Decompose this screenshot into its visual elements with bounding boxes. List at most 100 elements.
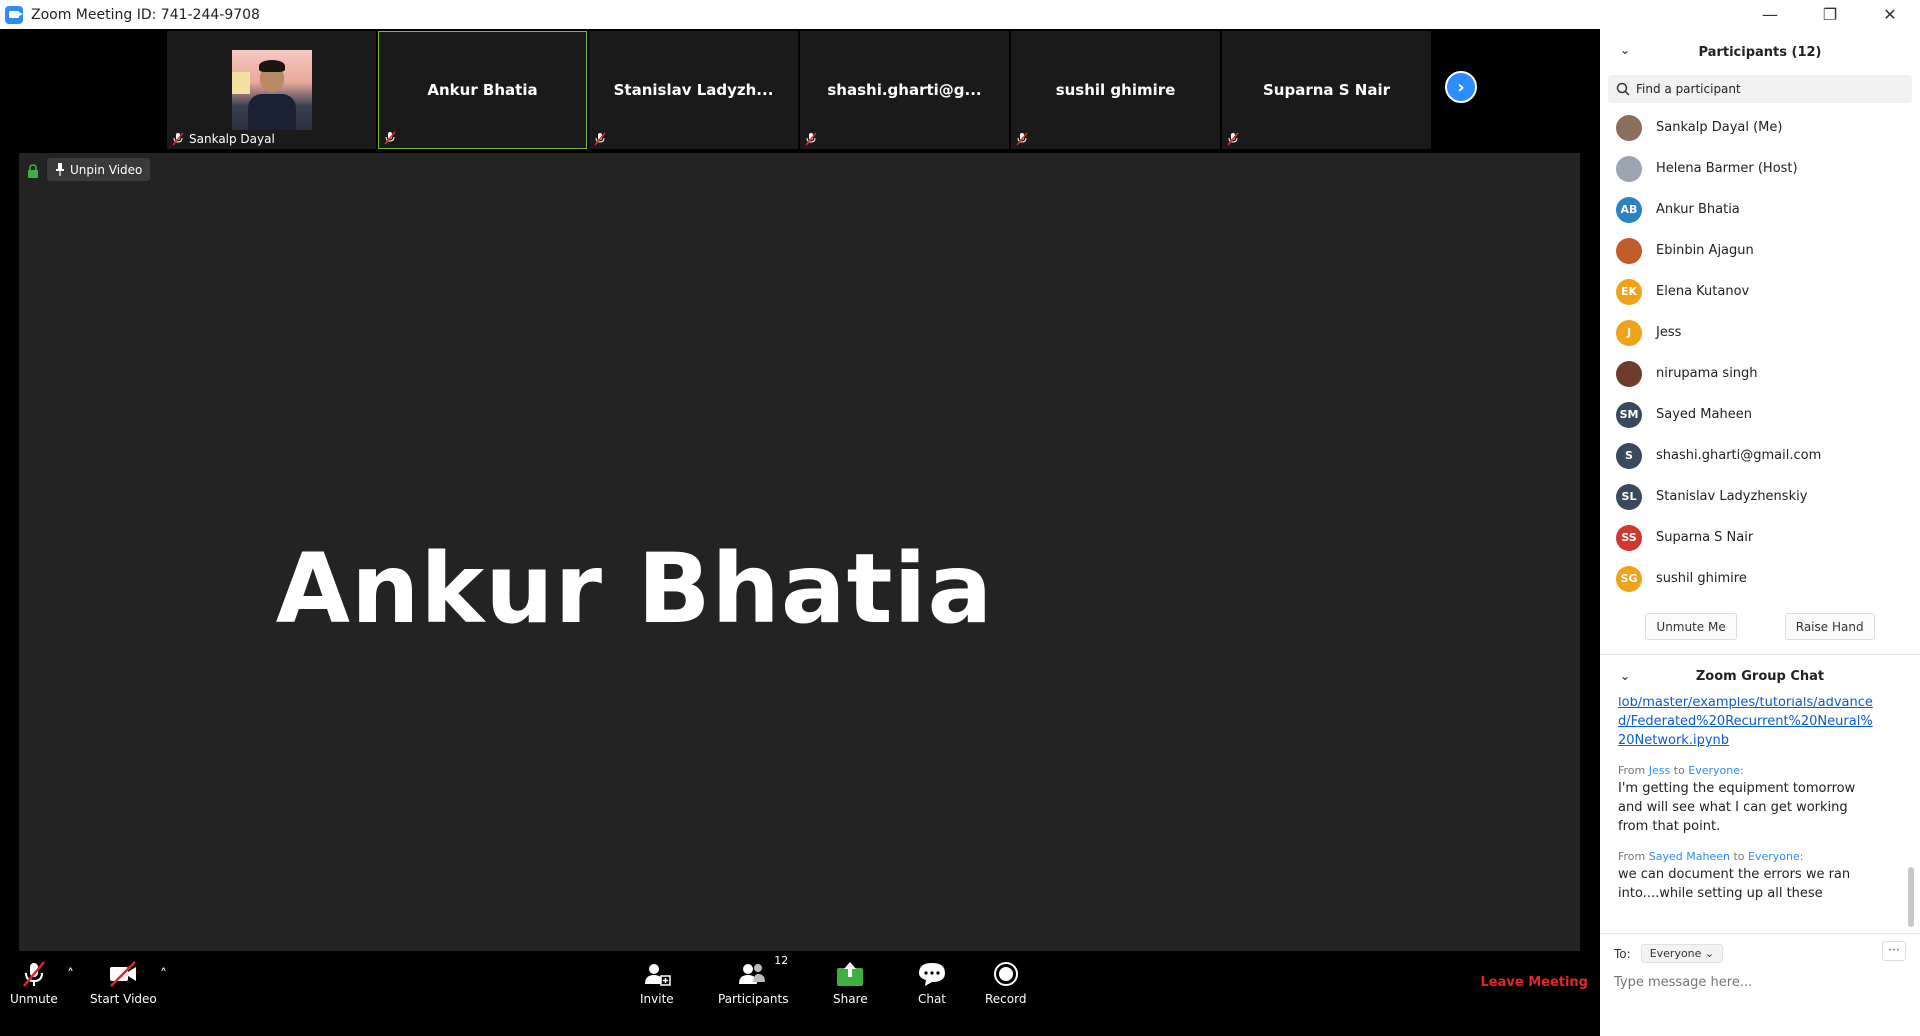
participants-count-badge: 12 — [774, 954, 789, 967]
thumbnail-shashi[interactable]: shashi.gharti@g... — [800, 31, 1009, 149]
share-button[interactable]: Share — [833, 959, 868, 1006]
avatar — [1616, 155, 1642, 182]
participant-row[interactable]: Ebinbin Ajagun — [1600, 230, 1920, 271]
collapse-chevron-icon[interactable]: ⌄ — [1620, 43, 1630, 57]
unpin-video-button[interactable]: Unpin Video — [47, 158, 151, 181]
participant-name: Jess — [1656, 325, 1682, 340]
to-label: To: — [1614, 946, 1631, 961]
active-speaker-name: Ankur Bhatia — [275, 533, 994, 645]
participant-row[interactable]: SL Stanislav Ladyzhenskiy — [1600, 476, 1920, 517]
participant-name: Sankalp Dayal (Me) — [1656, 120, 1783, 135]
next-page-arrow-icon[interactable]: › — [1445, 71, 1477, 103]
participant-name: Elena Kutanov — [1656, 284, 1750, 299]
chat-message: From Sayed Maheen to Everyone: we can do… — [1618, 850, 1880, 903]
start-video-label: Start Video — [90, 992, 157, 1006]
chat-label: Chat — [917, 992, 947, 1006]
participant-name: shashi.gharti@gmail.com — [1656, 448, 1822, 463]
participant-row[interactable]: SG sushil ghimire — [1600, 558, 1920, 599]
side-panel: ⌄ Participants (12) Find a participant S… — [1600, 29, 1920, 1036]
restore-button[interactable]: ❐ — [1800, 0, 1860, 29]
record-button[interactable]: Record — [985, 959, 1026, 1006]
participant-row[interactable]: SM Sayed Maheen — [1600, 394, 1920, 435]
thumbnail-ankur-bhatia[interactable]: Ankur Bhatia — [378, 31, 587, 149]
close-button[interactable]: ✕ — [1860, 0, 1920, 29]
chat-button[interactable]: Chat — [917, 959, 947, 1006]
invite-button[interactable]: Invite — [640, 959, 674, 1006]
participant-row[interactable]: Sshashi.gharti@gmail.com — [1600, 435, 1920, 476]
message-sender[interactable]: Sayed Maheen — [1649, 850, 1730, 863]
participant-name: Ebinbin Ajagun — [1656, 243, 1754, 258]
participant-name: Sayed Maheen — [1656, 407, 1752, 422]
mic-muted-icon — [594, 132, 606, 146]
unmute-button[interactable]: Unmute — [10, 959, 58, 1006]
participants-label: Participants — [718, 992, 789, 1006]
participant-row[interactable]: J Jess — [1600, 312, 1920, 353]
participant-row[interactable]: Helena Barmer (Host) — [1600, 148, 1920, 189]
message-text: I'm getting the equipment tomorrow and w… — [1618, 781, 1856, 834]
message-sender[interactable]: Jess — [1649, 764, 1670, 777]
avatar: SS — [1616, 524, 1642, 551]
participant-video-image — [231, 50, 312, 130]
recipient-select[interactable]: Everyone ⌄ — [1640, 944, 1724, 963]
meeting-toolbar: Unmute ˄ Start Video ˄ Invite 12 Partici… — [0, 951, 1600, 1036]
minimize-button[interactable]: — — [1740, 0, 1800, 29]
window-controls: — ❐ ✕ — [1740, 0, 1920, 29]
message-recipient: Everyone: — [1688, 764, 1744, 777]
participant-search[interactable]: Find a participant — [1608, 75, 1912, 103]
participant-row[interactable]: AB Ankur Bhatia — [1600, 189, 1920, 230]
start-video-button[interactable]: Start Video — [90, 959, 157, 1006]
thumbnail-sushil[interactable]: sushil ghimire — [1011, 31, 1220, 149]
main-video-stage: Unpin Video Ankur Bhatia — [19, 153, 1580, 978]
invite-icon — [644, 964, 671, 986]
participant-row[interactable]: SS Suparna S Nair — [1600, 517, 1920, 558]
unmute-me-button[interactable]: Unmute Me — [1645, 613, 1737, 640]
mic-muted-icon — [172, 132, 184, 146]
thumbnail-strip: Sankalp Dayal Ankur Bhatia Stanislav Lad… — [167, 31, 1431, 149]
avatar: J — [1616, 319, 1642, 346]
thumbnail-label: Sankalp Dayal — [189, 132, 275, 146]
thumbnail-name: sushil ghimire — [1055, 81, 1176, 99]
thumbnail-name: Stanislav Ladyzh... — [613, 81, 774, 99]
participants-button[interactable]: 12 Participants — [718, 954, 789, 1006]
avatar: S — [1616, 442, 1642, 469]
message-text: we can document the errors we ran into..… — [1618, 867, 1851, 901]
chat-message-input[interactable] — [1614, 975, 1906, 990]
thumbnail-suparna[interactable]: Suparna S Nair — [1222, 31, 1431, 149]
mic-muted-icon — [384, 131, 396, 145]
chat-link[interactable]: lob/master/examples/tutorials/advanced/F… — [1618, 697, 1880, 750]
share-label: Share — [833, 992, 868, 1006]
avatar: AB — [1616, 196, 1642, 223]
thumbnail-stanislav[interactable]: Stanislav Ladyzh... — [589, 31, 798, 149]
participant-row[interactable]: nirupama singh — [1600, 353, 1920, 394]
invite-label: Invite — [640, 992, 674, 1006]
raise-hand-button[interactable]: Raise Hand — [1784, 613, 1875, 640]
participant-row[interactable]: Sankalp Dayal (Me) — [1600, 107, 1920, 148]
thumbnail-name: Ankur Bhatia — [427, 81, 538, 99]
zoom-app-icon — [5, 5, 23, 24]
message-recipient: Everyone: — [1748, 850, 1804, 863]
thumbnail-sankalp-dayal[interactable]: Sankalp Dayal — [167, 31, 376, 149]
participants-header: ⌄ Participants (12) — [1600, 29, 1920, 75]
thumbnail-name: shashi.gharti@g... — [827, 81, 982, 99]
mic-muted-icon — [1227, 132, 1239, 146]
participant-row[interactable]: EK Elena Kutanov — [1600, 271, 1920, 312]
avatar: EK — [1616, 278, 1642, 305]
unpin-video-label: Unpin Video — [70, 162, 143, 177]
search-placeholder: Find a participant — [1636, 82, 1741, 96]
message-meta: From Sayed Maheen to Everyone: — [1618, 850, 1804, 863]
leave-meeting-button[interactable]: Leave Meeting — [1481, 975, 1589, 990]
collapse-chevron-icon[interactable]: ⌄ — [1620, 669, 1630, 683]
chat-scrollbar[interactable] — [1908, 697, 1914, 927]
recipient-row: To: Everyone ⌄ ··· — [1614, 941, 1906, 963]
audio-options-caret-icon[interactable]: ˄ — [67, 967, 74, 983]
video-options-caret-icon[interactable]: ˄ — [160, 967, 167, 983]
participant-name: Helena Barmer (Host) — [1656, 161, 1798, 176]
participant-actions: Unmute Me Raise Hand — [1600, 613, 1920, 640]
participants-title: Participants (12) — [1698, 44, 1822, 60]
message-meta: From Jess to Everyone: — [1618, 764, 1744, 777]
mic-muted-icon — [1016, 132, 1028, 146]
avatar: SM — [1616, 401, 1642, 428]
participants-icon — [739, 964, 766, 984]
encryption-lock-icon — [28, 164, 38, 178]
more-options-button[interactable]: ··· — [1882, 941, 1906, 961]
